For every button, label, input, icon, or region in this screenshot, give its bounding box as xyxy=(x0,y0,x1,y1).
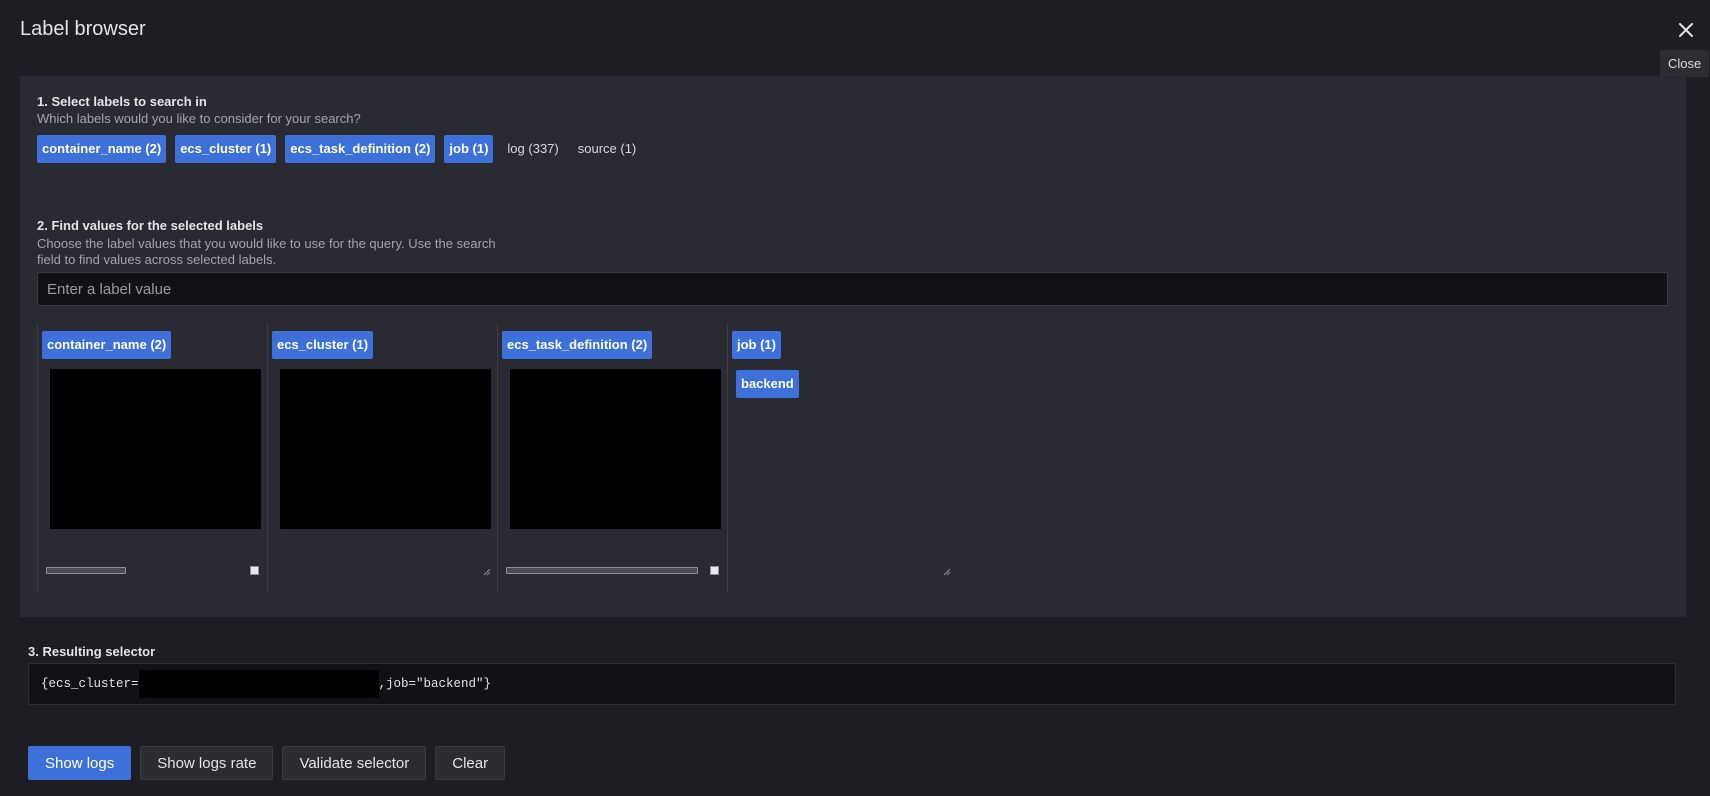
label-chip-log[interactable]: log (337) xyxy=(502,135,563,163)
horizontal-scrollbar[interactable] xyxy=(506,567,698,574)
close-tooltip: Close xyxy=(1660,50,1710,77)
resize-grip-icon[interactable] xyxy=(942,567,951,576)
column-header-ecs-task-definition[interactable]: ecs_task_definition (2) xyxy=(502,331,653,359)
selector-prefix: {ecs_cluster= xyxy=(41,677,139,691)
redacted-value-list xyxy=(510,369,721,529)
label-chip-source[interactable]: source (1) xyxy=(573,135,642,163)
resulting-selector: {ecs_cluster= ,job="backend"} xyxy=(28,663,1676,705)
selector-suffix: ,job="backend"} xyxy=(378,677,492,691)
close-button[interactable] xyxy=(1672,16,1700,44)
label-value-columns: container_name (2) ecs_cluster (1) ecs_t… xyxy=(37,323,957,592)
step2-description-line2: field to find values across selected lab… xyxy=(37,252,277,267)
column-header-ecs-cluster[interactable]: ecs_cluster (1) xyxy=(272,331,374,359)
redacted-value-list xyxy=(280,369,491,529)
column-header-container-name[interactable]: container_name (2) xyxy=(42,331,172,359)
show-logs-rate-button[interactable]: Show logs rate xyxy=(140,746,274,780)
label-chip-container-name[interactable]: container_name (2) xyxy=(37,135,167,163)
redacted-value xyxy=(138,670,379,698)
resize-handle[interactable] xyxy=(710,566,719,575)
label-chip-ecs-cluster[interactable]: ecs_cluster (1) xyxy=(175,135,277,163)
label-browser-panel: 1. Select labels to search in Which labe… xyxy=(20,76,1686,617)
redacted-value-list xyxy=(50,369,261,529)
step1-description: Which labels would you like to consider … xyxy=(37,111,361,126)
horizontal-scrollbar[interactable] xyxy=(46,567,126,574)
show-logs-button[interactable]: Show logs xyxy=(28,746,132,780)
step2-title: 2. Find values for the selected labels xyxy=(37,218,264,233)
resize-grip-icon[interactable] xyxy=(482,567,491,576)
clear-button[interactable]: Clear xyxy=(435,746,506,780)
step1-title: 1. Select labels to search in xyxy=(37,94,207,109)
label-list: container_name (2) ecs_cluster (1) ecs_t… xyxy=(37,135,641,163)
close-icon xyxy=(1679,23,1693,37)
step2-description-line1: Choose the label values that you would l… xyxy=(37,236,496,251)
label-value-search-input[interactable] xyxy=(37,272,1668,306)
action-buttons: Show logs Show logs rate Validate select… xyxy=(28,746,506,780)
value-column-ecs-cluster: ecs_cluster (1) xyxy=(267,323,497,592)
validate-selector-button[interactable]: Validate selector xyxy=(282,746,427,780)
resize-handle[interactable] xyxy=(250,566,259,575)
column-header-job[interactable]: job (1) xyxy=(732,331,781,359)
value-column-job: job (1) backend xyxy=(727,323,957,592)
label-chip-job[interactable]: job (1) xyxy=(444,135,494,163)
modal-title: Label browser xyxy=(20,18,146,40)
value-column-container-name: container_name (2) xyxy=(37,323,267,592)
value-chip-backend[interactable]: backend xyxy=(736,370,799,398)
value-column-ecs-task-definition: ecs_task_definition (2) xyxy=(497,323,727,592)
step3-title: 3. Resulting selector xyxy=(28,644,156,659)
label-chip-ecs-task-definition[interactable]: ecs_task_definition (2) xyxy=(285,135,436,163)
